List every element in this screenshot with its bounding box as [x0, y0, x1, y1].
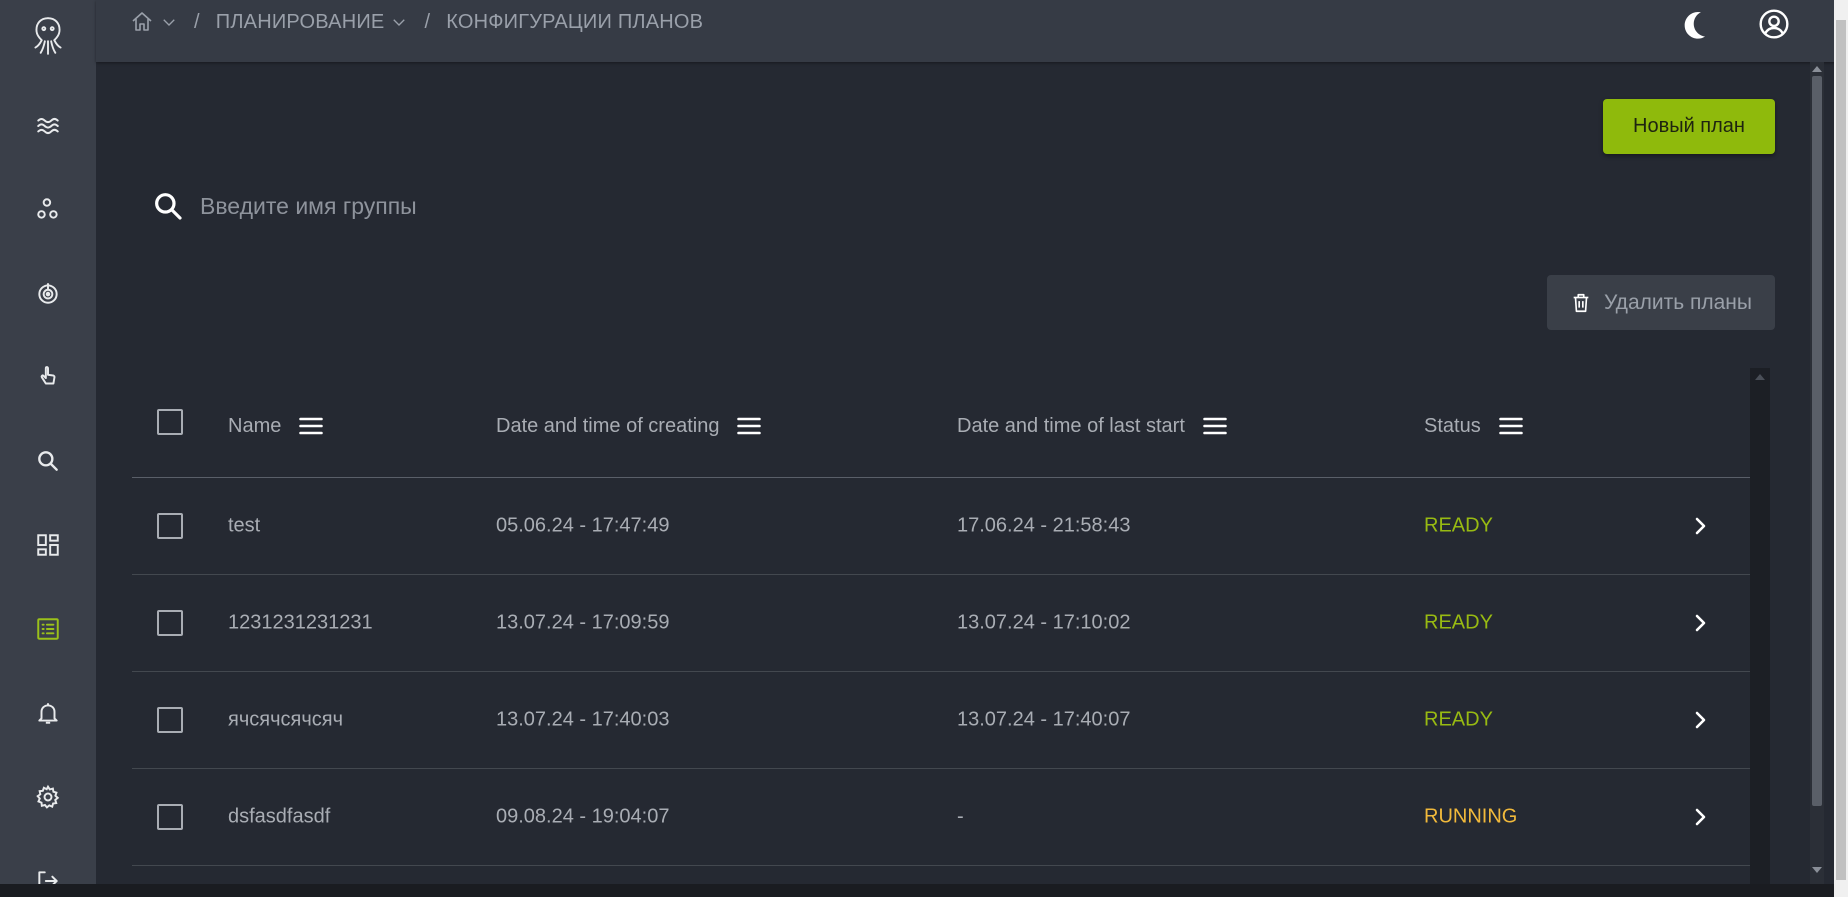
search-icon: [155, 193, 182, 220]
plans-table: Name Date and time of creating Date and …: [132, 370, 1750, 866]
table-row[interactable]: test 05.06.24 - 17:47:49 17.06.24 - 21:5…: [132, 478, 1750, 575]
column-header-created: Date and time of creating: [496, 412, 763, 440]
dashboard-icon[interactable]: [28, 525, 68, 565]
breadcrumb-planning-label: ПЛАНИРОВАНИЕ: [215, 10, 385, 33]
select-all-checkbox[interactable]: [157, 409, 183, 435]
trash-icon: [1573, 293, 1589, 312]
cell-name: ячсячсячсяч: [228, 708, 343, 731]
scroll-up-arrow-icon[interactable]: [1812, 64, 1822, 72]
gear-icon[interactable]: [28, 777, 68, 817]
column-header-last-start: Date and time of last start: [957, 412, 1229, 440]
column-label: Date and time of last start: [957, 414, 1185, 437]
column-label: Name: [228, 414, 282, 437]
new-plan-button[interactable]: Новый план: [1603, 99, 1775, 154]
chevron-right-icon[interactable]: [1688, 708, 1712, 732]
window-scrollbar-thumb[interactable]: [1836, 20, 1846, 880]
moon-icon[interactable]: [1674, 4, 1714, 44]
octopus-logo-icon[interactable]: [28, 16, 68, 56]
column-header-status: Status: [1424, 412, 1525, 440]
cell-last-start: 17.06.24 - 21:58:43: [957, 514, 1131, 537]
home-icon: [132, 12, 152, 31]
cell-created: 05.06.24 - 17:47:49: [496, 514, 670, 537]
column-label: Status: [1424, 414, 1481, 437]
breadcrumb-home[interactable]: [130, 10, 178, 34]
table-row[interactable]: 1231231231231 13.07.24 - 17:09:59 13.07.…: [132, 575, 1750, 672]
page-scrollbar[interactable]: [1810, 62, 1824, 897]
list-icon[interactable]: [28, 609, 68, 649]
cell-name: dsfasdfasdf: [228, 805, 331, 828]
status-badge: READY: [1424, 611, 1493, 634]
pointer-hand-icon[interactable]: [28, 357, 68, 397]
chevron-down-icon: [163, 19, 175, 26]
chevron-right-icon[interactable]: [1688, 805, 1712, 829]
status-badge: READY: [1424, 514, 1493, 537]
target-icon[interactable]: [28, 273, 68, 313]
row-checkbox[interactable]: [157, 610, 183, 636]
cell-created: 13.07.24 - 17:40:03: [496, 708, 670, 731]
cell-created: 13.07.24 - 17:09:59: [496, 611, 670, 634]
cell-last-start: 13.07.24 - 17:10:02: [957, 611, 1131, 634]
chevron-down-icon: [393, 19, 406, 26]
delete-plans-label: Удалить планы: [1603, 290, 1752, 314]
table-row[interactable]: dsfasdfasdf 09.08.24 - 19:04:07 - RUNNIN…: [132, 769, 1750, 866]
row-checkbox[interactable]: [157, 513, 183, 539]
chevron-right-icon[interactable]: [1688, 514, 1712, 538]
bell-icon[interactable]: [28, 693, 68, 733]
column-header-name: Name: [228, 412, 325, 440]
breadcrumb-planning[interactable]: ПЛАНИРОВАНИЕ: [216, 11, 409, 34]
breadcrumb-separator: /: [194, 10, 200, 33]
row-checkbox[interactable]: [157, 804, 183, 830]
column-menu-icon[interactable]: [1497, 412, 1525, 440]
breadcrumb-separator: /: [424, 10, 431, 33]
top-header: / ПЛАНИРОВАНИЕ / КОНФИГУРАЦИИ ПЛАНОВ: [96, 0, 1848, 62]
scroll-down-arrow-icon[interactable]: [1812, 867, 1822, 875]
breadcrumb-plan-configs: КОНФИГУРАЦИИ ПЛАНОВ: [446, 11, 703, 34]
column-menu-icon[interactable]: [1201, 412, 1229, 440]
row-checkbox[interactable]: [157, 707, 183, 733]
chevron-right-icon[interactable]: [1688, 611, 1712, 635]
search-input[interactable]: [198, 191, 802, 221]
waves-icon[interactable]: [28, 106, 68, 146]
scroll-up-arrow-icon[interactable]: [1755, 372, 1765, 380]
sidebar: [0, 0, 96, 897]
cell-name: 1231231231231: [228, 611, 373, 634]
user-circle-icon[interactable]: [1754, 4, 1794, 44]
delete-plans-button[interactable]: Удалить планы: [1547, 275, 1775, 330]
window-scrollbar[interactable]: [1834, 0, 1848, 897]
bottom-edge: [0, 884, 1834, 897]
breadcrumb: / ПЛАНИРОВАНИЕ / КОНФИГУРАЦИИ ПЛАНОВ: [130, 10, 703, 34]
cell-name: test: [228, 514, 261, 537]
page-scrollbar-thumb[interactable]: [1812, 76, 1822, 806]
status-badge: READY: [1424, 708, 1493, 731]
status-badge: RUNNING: [1424, 805, 1518, 828]
cell-last-start: 13.07.24 - 17:40:07: [957, 708, 1131, 731]
column-label: Date and time of creating: [496, 414, 720, 437]
table-header: Name Date and time of creating Date and …: [132, 370, 1750, 478]
column-menu-icon[interactable]: [735, 412, 763, 440]
app-window: / ПЛАНИРОВАНИЕ / КОНФИГУРАЦИИ ПЛАНОВ Нов…: [0, 0, 1848, 897]
search-bar: [152, 190, 802, 222]
cluster-icon[interactable]: [28, 189, 68, 229]
cell-last-start: -: [957, 805, 964, 828]
search-icon[interactable]: [28, 441, 68, 481]
column-menu-icon[interactable]: [297, 412, 325, 440]
table-row[interactable]: ячсячсячсяч 13.07.24 - 17:40:03 13.07.24…: [132, 672, 1750, 769]
table-scrollbar[interactable]: [1750, 368, 1770, 897]
cell-created: 09.08.24 - 19:04:07: [496, 805, 670, 828]
breadcrumb-plan-configs-label: КОНФИГУРАЦИИ ПЛАНОВ: [446, 10, 704, 33]
